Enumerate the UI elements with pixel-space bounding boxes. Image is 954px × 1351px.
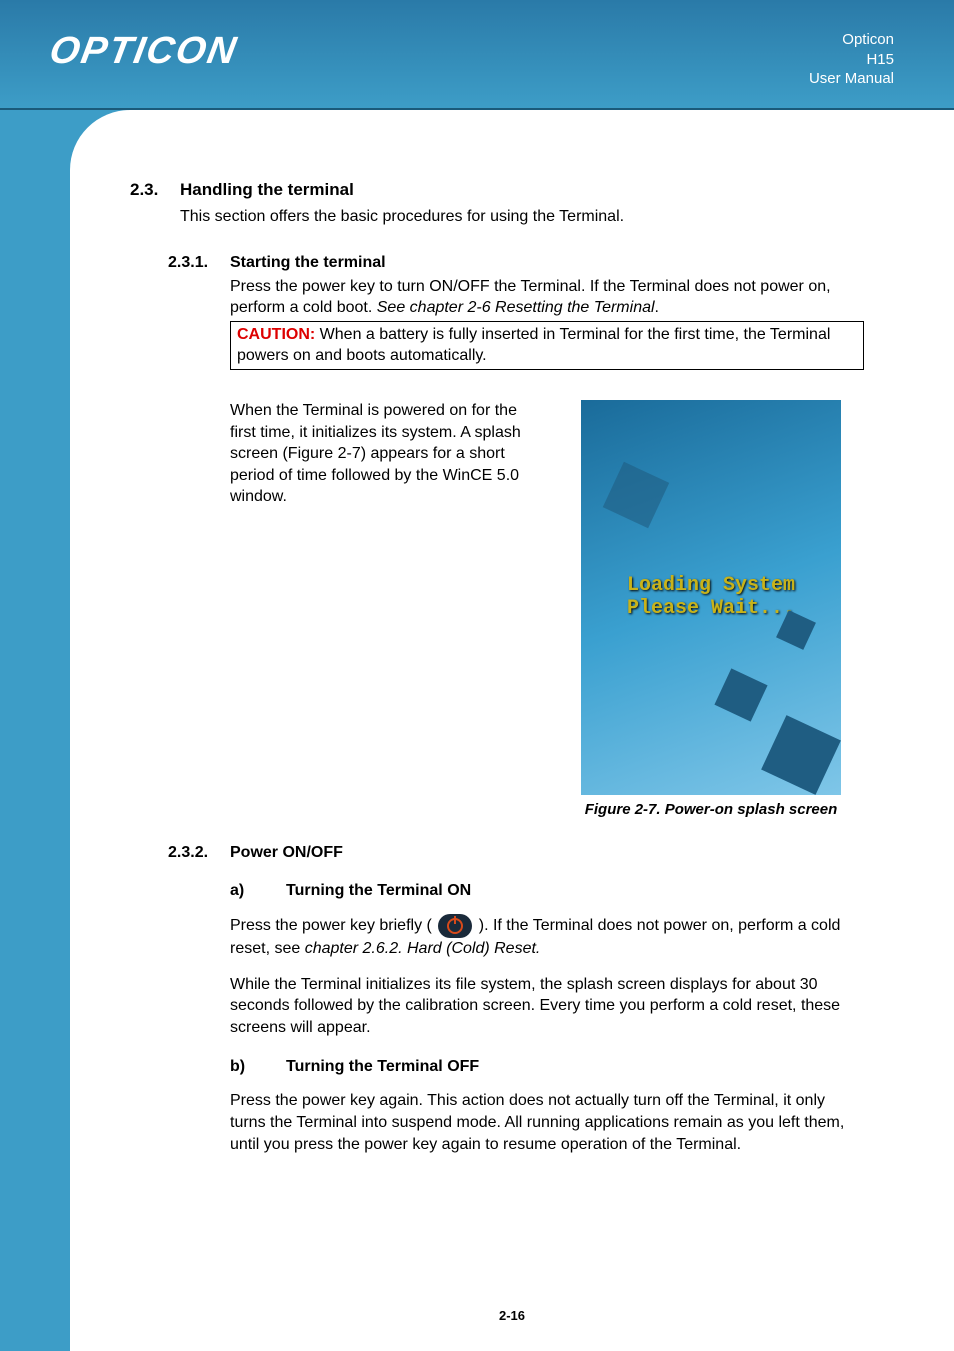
section-heading: 2.3. Handling the terminal (130, 180, 864, 200)
page-background: 2.3. Handling the terminal This section … (0, 110, 954, 1351)
item-a-heading: a) Turning the Terminal ON (230, 882, 864, 900)
page-number: 2-16 (70, 1308, 954, 1323)
header-line1: Opticon (809, 30, 894, 50)
header-line3: User Manual (809, 69, 894, 89)
splash-line2: Please Wait... (627, 597, 795, 620)
section-intro: This section offers the basic procedures… (180, 206, 864, 228)
item-b-para1: Press the power key again. This action d… (230, 1090, 864, 1155)
item-a-para2: While the Terminal initializes its file … (230, 974, 864, 1039)
subsection-2-heading: 2.3.2. Power ON/OFF (130, 844, 864, 862)
sub1-para2: When the Terminal is powered on for the … (230, 400, 530, 818)
item-a-letter: a) (230, 882, 286, 900)
sub1-p1b: See chapter 2-6 Resetting the Terminal (377, 299, 655, 316)
header-line2: H15 (809, 50, 894, 70)
item-b-heading: b) Turning the Terminal OFF (230, 1058, 864, 1076)
page-header: OPTICON Opticon H15 User Manual (0, 0, 954, 110)
brand-logo: OPTICON (46, 30, 241, 73)
subsection-2-title: Power ON/OFF (230, 844, 343, 862)
item-b-title: Turning the Terminal OFF (286, 1058, 479, 1076)
splash-line1: Loading System (627, 574, 795, 597)
section-number: 2.3. (130, 180, 180, 200)
power-key-icon (438, 914, 472, 938)
item-b-letter: b) (230, 1058, 286, 1076)
page-content: 2.3. Handling the terminal This section … (70, 110, 954, 1351)
figure-column: Loading System Please Wait... Figure 2-7… (558, 400, 864, 818)
caution-text: When a battery is fully inserted in Term… (237, 326, 830, 365)
subsection-1-title: Starting the terminal (230, 254, 386, 272)
caution-label: CAUTION: (237, 326, 315, 343)
sub1-para1: Press the power key to turn ON/OFF the T… (230, 276, 864, 319)
item-a-para1: Press the power key briefly ( ). If the … (230, 914, 864, 960)
item-a-title: Turning the Terminal ON (286, 882, 471, 900)
subsection-2-number: 2.3.2. (168, 844, 230, 862)
a-p1a: Press the power key briefly ( (230, 917, 436, 934)
header-meta: Opticon H15 User Manual (809, 30, 894, 89)
sub1-p1c: . (655, 299, 659, 316)
splash-screen-image: Loading System Please Wait... (581, 400, 841, 795)
a-p1c: chapter 2.6.2. Hard (Cold) Reset. (305, 940, 541, 957)
section-title: Handling the terminal (180, 180, 354, 200)
subsection-1-heading: 2.3.1. Starting the terminal (130, 254, 864, 272)
caution-box: CAUTION: When a battery is fully inserte… (230, 321, 864, 370)
subsection-1-number: 2.3.1. (168, 254, 230, 272)
splash-columns: When the Terminal is powered on for the … (230, 400, 864, 818)
figure-caption: Figure 2-7. Power-on splash screen (558, 801, 864, 818)
